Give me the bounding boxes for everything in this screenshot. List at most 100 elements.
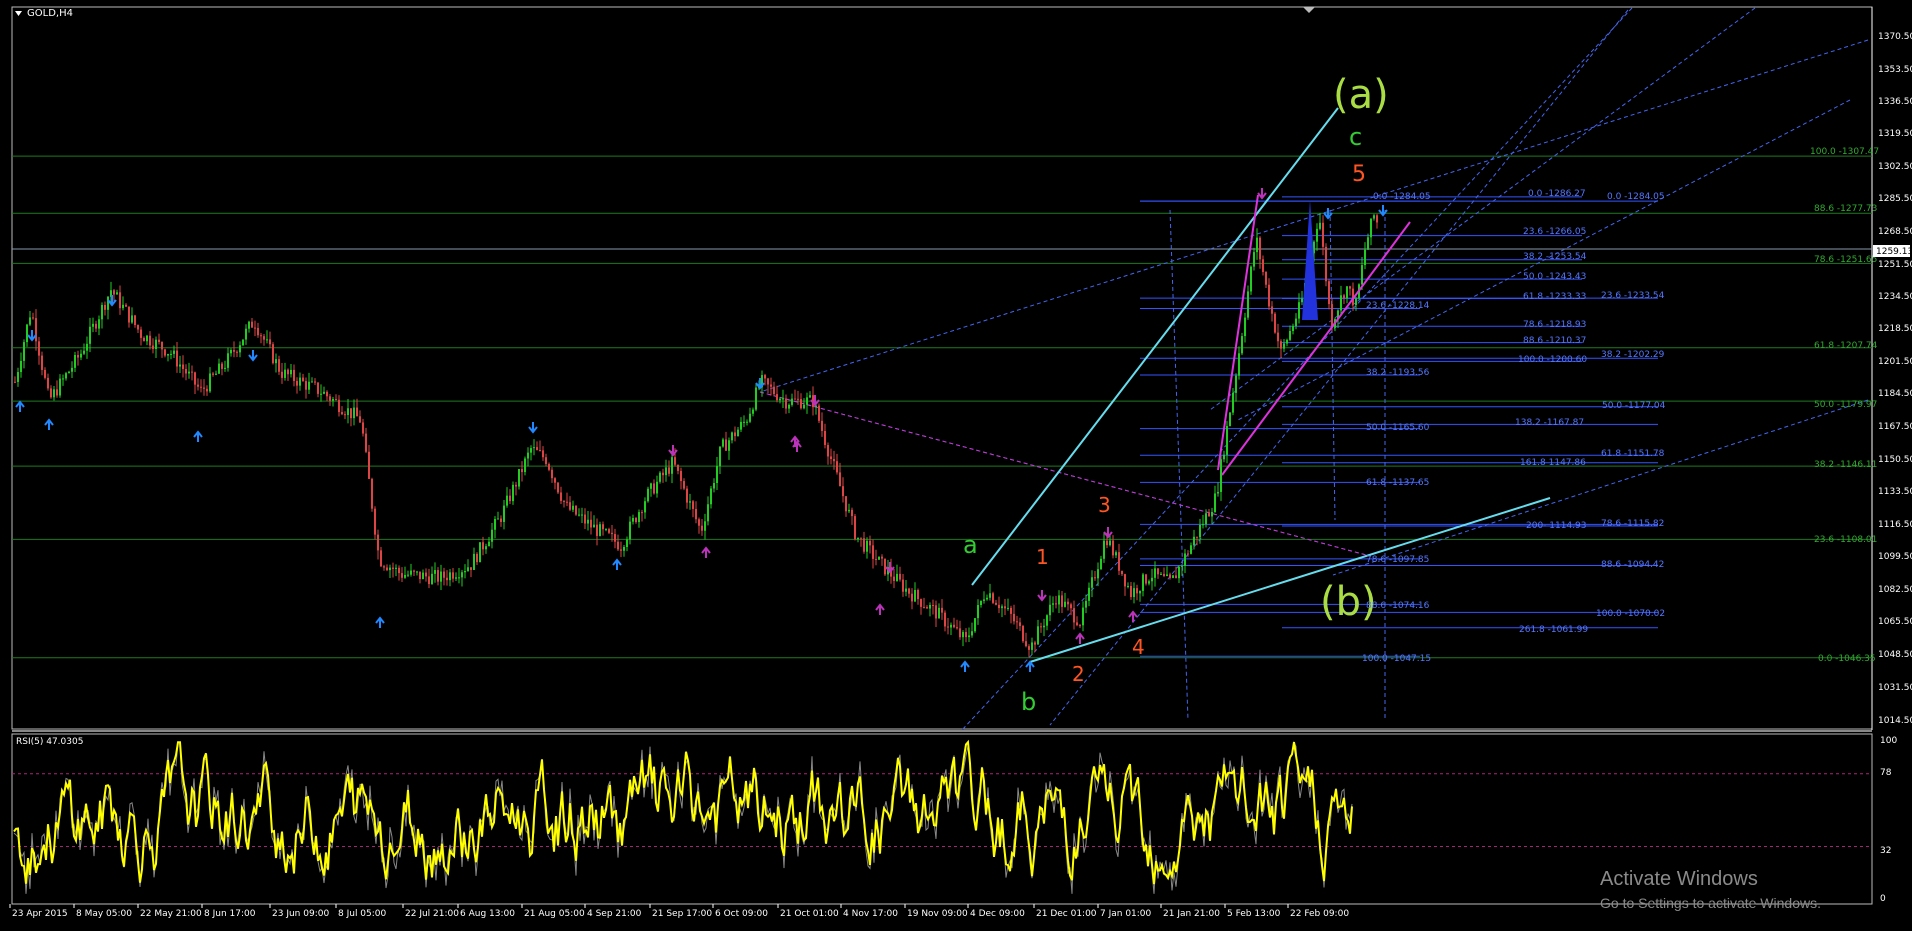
- candle-body: [68, 371, 70, 374]
- candle-body: [1067, 601, 1069, 605]
- candle-body: [545, 457, 547, 465]
- candle-body: [446, 577, 448, 581]
- candle-body: [1184, 553, 1186, 566]
- rsi-tick: 78: [1880, 768, 1892, 778]
- candle-body: [809, 395, 811, 398]
- candle-body: [569, 502, 571, 510]
- candle-body: [101, 304, 103, 320]
- candle-body: [1256, 237, 1258, 253]
- candle-body: [578, 514, 580, 516]
- candle-body: [1091, 577, 1093, 588]
- fib-label: 23.6 -1266.05: [1523, 227, 1586, 237]
- candle-body: [374, 508, 376, 535]
- candle-body: [80, 353, 82, 358]
- candle-body: [1268, 284, 1270, 307]
- candle-body: [332, 398, 334, 401]
- candle-body: [938, 607, 940, 619]
- candle-body: [1106, 540, 1108, 546]
- wave-label-three: 3: [1098, 493, 1111, 517]
- candle-body: [329, 396, 331, 401]
- candle-body: [1214, 493, 1216, 512]
- candle-body: [185, 368, 187, 374]
- price-tick: 1014.50: [1878, 716, 1912, 726]
- candle-body: [86, 343, 88, 351]
- candle-body: [389, 567, 391, 571]
- up-arrow-icon: [701, 546, 711, 558]
- candle-body: [137, 325, 139, 330]
- candle-body: [1259, 237, 1261, 260]
- candle-body: [998, 604, 1000, 609]
- wave-label-a-small: a: [963, 531, 978, 559]
- candle-body: [779, 398, 781, 401]
- price-tick: 1201.50: [1878, 357, 1912, 367]
- candle-body: [983, 599, 985, 601]
- candle-body: [368, 451, 370, 479]
- scroll-marker-icon[interactable]: [1303, 7, 1315, 13]
- candle-body: [1301, 298, 1303, 303]
- gold-h4-chart[interactable]: GOLD,H4 (a) (b) c 5 a b 1 2 3 4 0.0 -128…: [0, 0, 1912, 931]
- candle-body: [1277, 332, 1279, 342]
- price-tick: 1167.50: [1878, 422, 1912, 432]
- candle-body: [1244, 317, 1246, 337]
- rsi-tick: 100: [1880, 736, 1897, 746]
- candle-body: [524, 458, 526, 473]
- candle-body: [596, 524, 598, 536]
- time-tick: 22 Feb 09:00: [1290, 909, 1349, 919]
- candle-body: [377, 534, 379, 551]
- candle-body: [467, 567, 469, 572]
- candle-body: [1118, 552, 1120, 571]
- candle-body: [608, 529, 610, 533]
- fib-label: 78.6 -1251.65: [1814, 255, 1877, 265]
- up-arrow-icon: [612, 558, 622, 570]
- candle-body: [1355, 298, 1357, 306]
- candle-body: [689, 501, 691, 503]
- candle-body: [299, 377, 301, 386]
- time-tick: 21 Dec 01:00: [1036, 909, 1097, 919]
- candle-body: [395, 567, 397, 569]
- candle-body: [1226, 425, 1228, 455]
- price-tick: 1082.50: [1878, 585, 1912, 595]
- down-arrow-icon: [1257, 188, 1267, 200]
- candle-body: [620, 549, 622, 551]
- wave-label-a-big: (a): [1333, 72, 1389, 118]
- candle-body: [194, 372, 196, 385]
- time-tick: 5 Feb 13:00: [1227, 909, 1281, 919]
- time-tick: 4 Sep 21:00: [587, 909, 642, 919]
- candle-body: [398, 567, 400, 574]
- candle-body: [1208, 513, 1210, 517]
- candle-body: [341, 412, 343, 415]
- candle-body: [881, 556, 883, 559]
- candle-body: [539, 450, 541, 452]
- candle-body: [1295, 318, 1297, 327]
- candle-body: [20, 360, 22, 373]
- candle-body: [1046, 615, 1048, 626]
- fib-label: 88.6 -1094.42: [1601, 560, 1664, 570]
- candle-body: [803, 404, 805, 409]
- candle-body: [1253, 252, 1255, 267]
- candle-body: [92, 323, 94, 327]
- time-tick: 23 Jun 09:00: [272, 909, 329, 919]
- candle-body: [1037, 626, 1039, 645]
- candle-body: [878, 556, 880, 560]
- up-arrow-icon: [44, 418, 54, 430]
- candle-body: [425, 572, 427, 577]
- fib-label: 88.6 -1210.37: [1523, 336, 1586, 346]
- candle-body: [698, 519, 700, 526]
- candle-body: [734, 432, 736, 437]
- triangle-down-icon[interactable]: [15, 11, 22, 16]
- candle-body: [1370, 218, 1372, 238]
- dashed-line: [1329, 209, 1336, 521]
- candle-body: [962, 632, 964, 638]
- fib-label: 78.6 -1115.82: [1601, 519, 1664, 529]
- candle-body: [950, 624, 952, 628]
- candle-body: [557, 482, 559, 493]
- price-tick: 1251.50: [1878, 260, 1912, 270]
- candle-body: [1097, 569, 1099, 579]
- fib-label: 78.6 -1097.85: [1366, 555, 1429, 565]
- price-tick: 1133.50: [1878, 487, 1912, 497]
- candle-body: [1121, 570, 1123, 575]
- candle-body: [215, 373, 217, 375]
- candle-body: [173, 350, 175, 354]
- fib-label: 88.6 -1277.73: [1814, 204, 1877, 214]
- candle-body: [71, 367, 73, 372]
